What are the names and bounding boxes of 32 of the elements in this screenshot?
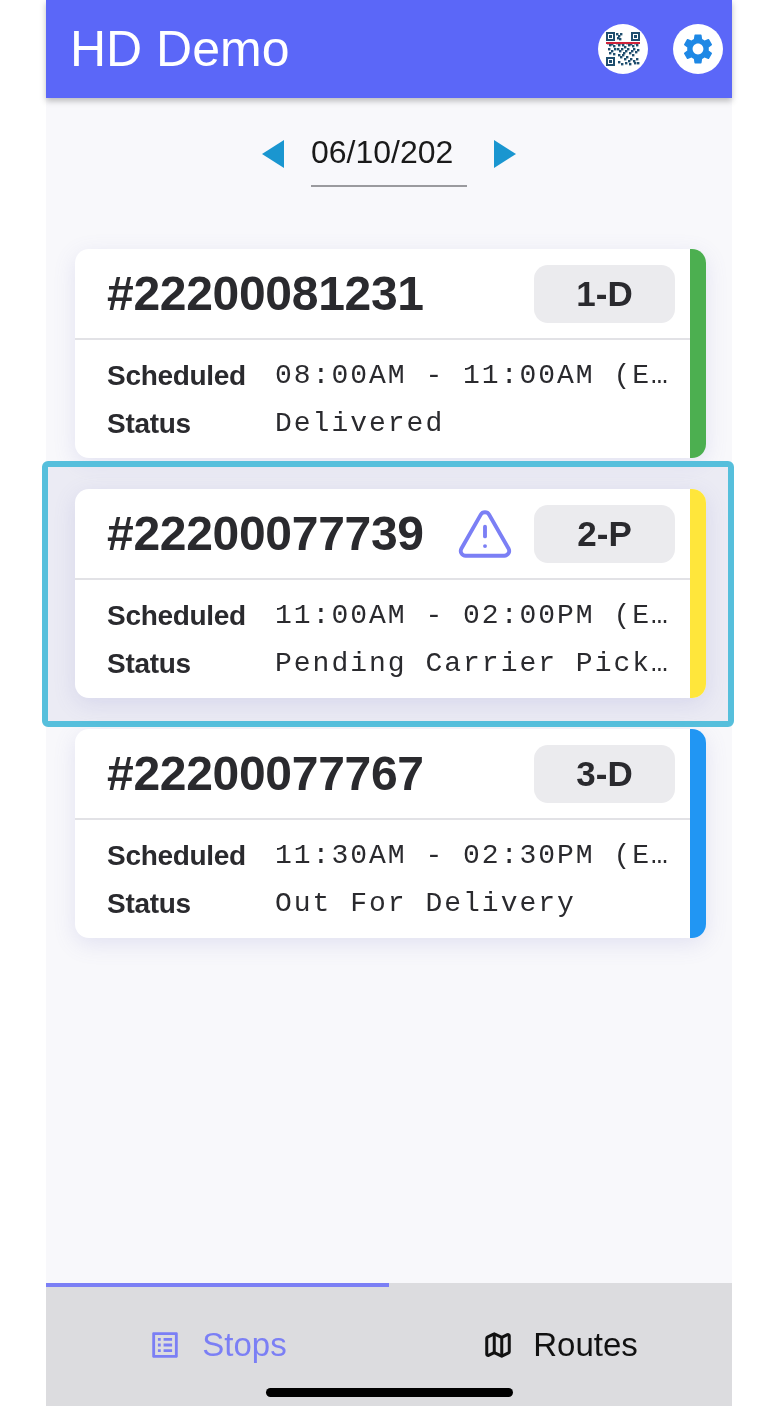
field-label: Status [107,887,192,921]
field-value: Pending Carrier Pick… [275,647,671,681]
stop-card[interactable]: #22200077739 2-P Scheduled 11:00AM - 02:00PM (E… Status Pending Carrier Pick… [75,489,706,698]
field-label: Status [107,407,192,441]
nav-tab[interactable]: Routes [389,1283,732,1383]
previous-date-button[interactable] [262,139,284,168]
stop-badge: 2-P [534,504,675,563]
right-triangle-icon [494,139,516,168]
field-label: Scheduled [107,359,247,393]
field-value: 11:30AM - 02:30PM (E… [275,839,671,873]
field-label: Scheduled [107,599,247,633]
field-value: Out For Delivery [275,887,577,921]
qr-scan-button[interactable] [598,24,648,74]
stop-badge: 3-D [534,744,675,803]
map-icon [483,1330,514,1360]
field-value: 11:00AM - 02:00PM (E… [275,599,671,633]
next-date-button[interactable] [494,139,516,168]
stop-number: #22200077767 [107,746,424,801]
field-value: Delivered [275,407,446,441]
settings-button[interactable] [673,24,723,74]
stop-badge: 1-D [534,264,675,323]
left-triangle-icon [262,139,284,168]
app-title: HD Demo [70,20,291,79]
stop-number: #22200081231 [107,266,424,321]
stop-number: #22200077739 [107,506,424,561]
date-field[interactable]: 06/10/202 [311,120,467,187]
qr-code-icon [606,32,640,66]
field-value: 08:00AM - 11:00AM (E… [275,359,671,393]
field-label: Scheduled [107,839,247,873]
stop-card[interactable]: #22200077767 3-D Scheduled 11:30AM - 02:30PM (E… Status Out For Delivery [75,729,706,938]
field-label: Status [107,647,192,681]
stop-card[interactable]: #22200081231 1-D Scheduled 08:00AM - 11:00AM (E… Status Delivered [75,249,706,458]
